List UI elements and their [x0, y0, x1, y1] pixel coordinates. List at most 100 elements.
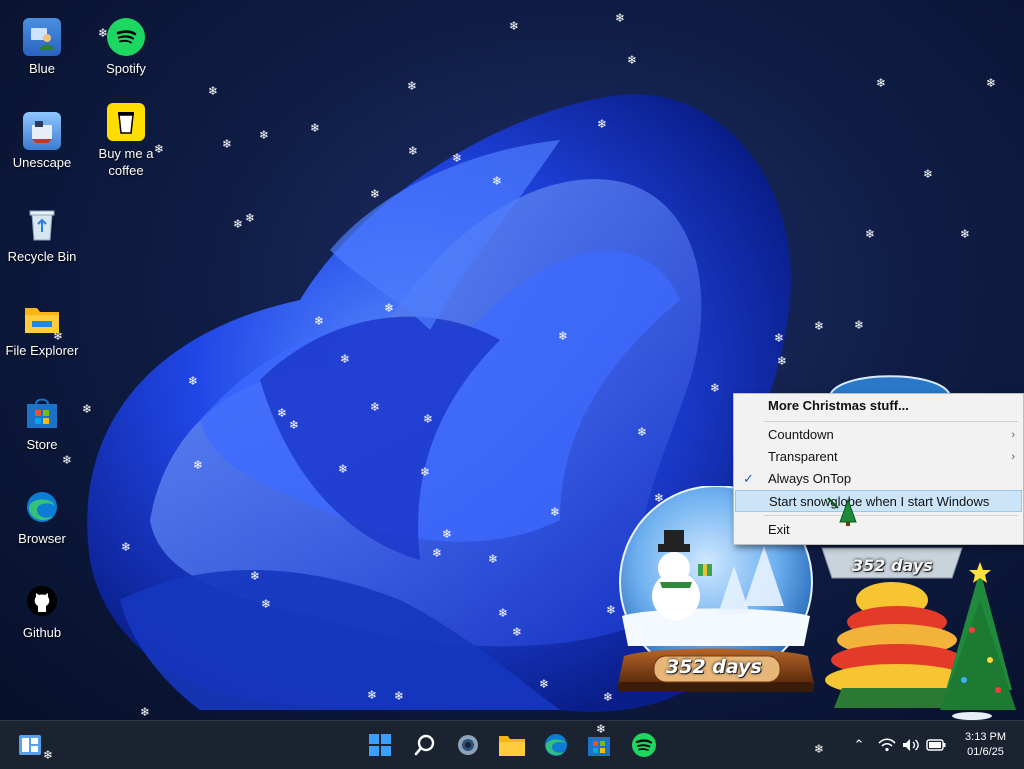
- snowflake: ❄: [509, 19, 520, 33]
- desktop-icon-label: Recycle Bin: [7, 249, 77, 264]
- snowflake: ❄: [876, 76, 887, 90]
- desktop-icon-label: Blue: [28, 61, 56, 76]
- search-button[interactable]: [409, 729, 441, 761]
- desktop-icon-recycle-bin[interactable]: Recycle Bin: [0, 206, 84, 265]
- start-icon: [369, 734, 391, 756]
- tree-countdown-widget[interactable]: 352 days: [812, 540, 1020, 720]
- snowflake: ❄: [420, 465, 431, 479]
- edge-icon: [545, 734, 567, 756]
- snowflake: ❄: [340, 352, 351, 366]
- snowflake: ❄: [615, 11, 626, 25]
- spotify-button[interactable]: [628, 729, 660, 761]
- snowflake: ❄: [432, 546, 443, 560]
- volume-icon: [903, 739, 919, 751]
- snowflake: ❄: [408, 144, 419, 158]
- snowflake: ❄: [488, 552, 499, 566]
- snowflake: ❄: [367, 688, 378, 702]
- snowglobe-widget-back: [828, 375, 952, 395]
- store-icon: [588, 737, 610, 756]
- desktop-icon-browser[interactable]: Browser: [0, 488, 84, 547]
- unescape-icon: [23, 112, 61, 150]
- snowflake: ❄: [277, 406, 288, 420]
- snowflake: ❄: [452, 151, 463, 165]
- desktop-icon-blue[interactable]: Blue: [0, 18, 84, 77]
- snowflake: ❄: [814, 319, 825, 333]
- system-clock[interactable]: 3:13 PM 01/6/25: [965, 730, 1006, 760]
- volume-button[interactable]: [900, 721, 922, 769]
- snowflake: ❄: [596, 722, 607, 736]
- snowflake: ❄: [558, 329, 569, 343]
- snowflake: ❄: [814, 742, 825, 756]
- recycle-bin-icon: [23, 206, 61, 244]
- snowflake: ❄: [923, 167, 934, 181]
- snowflake: ❄: [62, 453, 73, 467]
- snowflake: ❄: [627, 53, 638, 67]
- desktop-icon-file-explorer[interactable]: File Explorer: [0, 300, 84, 359]
- blue-user-icon: [23, 18, 61, 56]
- battery-button[interactable]: [924, 721, 948, 769]
- desktop-icon-store[interactable]: Store: [0, 394, 84, 453]
- desktop-icon-unescape[interactable]: Unescape: [0, 112, 84, 171]
- snowflake: ❄: [370, 187, 381, 201]
- snowflake: ❄: [250, 569, 261, 583]
- folder-icon: [23, 300, 61, 338]
- snowflake: ❄: [289, 418, 300, 432]
- snowflake: ❄: [310, 121, 321, 135]
- snowflake: ❄: [261, 597, 272, 611]
- widgets-icon: [19, 735, 41, 755]
- coffee-cup-icon: [107, 103, 145, 141]
- snowflake: ❄: [208, 84, 219, 98]
- show-hidden-icons-button[interactable]: ⌃: [850, 721, 868, 769]
- snowflake: ❄: [407, 79, 418, 93]
- chevron-right-icon: ›: [1011, 429, 1015, 441]
- snowflake: ❄: [193, 458, 204, 472]
- snowflake: ❄: [43, 748, 54, 762]
- edge-browser-icon: [23, 488, 61, 526]
- widgets-button[interactable]: [14, 729, 46, 761]
- desktop-icon-github[interactable]: Github: [0, 582, 84, 641]
- snowflake: ❄: [603, 690, 614, 704]
- desktop-icon-spotify[interactable]: Spotify: [84, 18, 168, 77]
- start-button[interactable]: [364, 729, 396, 761]
- snowflake: ❄: [960, 227, 971, 241]
- menu-item-more-christmas-stuff[interactable]: More Christmas stuff...: [734, 395, 1023, 417]
- snowflake: ❄: [774, 331, 785, 345]
- snowflake: ❄: [222, 137, 233, 151]
- snowflake: ❄: [370, 400, 381, 414]
- chevron-right-icon: ›: [1011, 451, 1015, 463]
- menu-item-transparent[interactable]: Transparent ›: [734, 446, 1023, 468]
- clock-date: 01/6/25: [967, 746, 1004, 758]
- desktop-icon-buy-me-a-coffee[interactable]: Buy me a coffee: [84, 103, 168, 179]
- menu-item-always-ontop[interactable]: ✓ Always OnTop: [734, 468, 1023, 490]
- desktop-icon-label: Buy me a coffee: [98, 146, 154, 178]
- desktop[interactable]: ❄ ❄ ❄ ❄ ❄ ❄ ❄ ❄ ❄ ❄ ❄ ❄ ❄ ❄ ❄ ❄ ❄ ❄ ❄ ❄ …: [0, 0, 1024, 720]
- menu-item-start-snowglobe[interactable]: Start snowglobe when I start Windows: [735, 490, 1022, 512]
- menu-separator: [764, 421, 1018, 422]
- spotify-icon: [632, 733, 656, 757]
- snowflake: ❄: [121, 540, 132, 554]
- file-explorer-button[interactable]: [496, 729, 528, 761]
- snowflake: ❄: [384, 301, 395, 315]
- snowflake: ❄: [498, 606, 509, 620]
- snowflake: ❄: [865, 227, 876, 241]
- github-icon: [23, 582, 61, 620]
- tree-countdown-label: 352 days: [852, 556, 933, 575]
- desktop-icon-label: Browser: [18, 531, 66, 546]
- snowflake: ❄: [188, 374, 199, 388]
- snowflake: ❄: [597, 117, 608, 131]
- menu-item-countdown[interactable]: Countdown ›: [734, 424, 1023, 446]
- network-button[interactable]: [876, 721, 898, 769]
- search-icon: [414, 734, 435, 756]
- settings-button[interactable]: [452, 729, 484, 761]
- battery-icon: [926, 739, 946, 751]
- snowflake: ❄: [338, 462, 349, 476]
- desktop-icon-label: Unescape: [12, 155, 72, 170]
- taskbar: ❄ ❄ ❄ ⌃ 3:13 PM 01/6/25: [0, 720, 1024, 769]
- snowflake: ❄: [512, 625, 523, 639]
- settings-icon: [458, 735, 478, 755]
- menu-item-exit[interactable]: Exit: [734, 519, 1023, 541]
- edge-button[interactable]: [540, 729, 572, 761]
- clock-time: 3:13 PM: [965, 731, 1006, 743]
- snowflake: ❄: [259, 128, 270, 142]
- snowflake: ❄: [442, 527, 453, 541]
